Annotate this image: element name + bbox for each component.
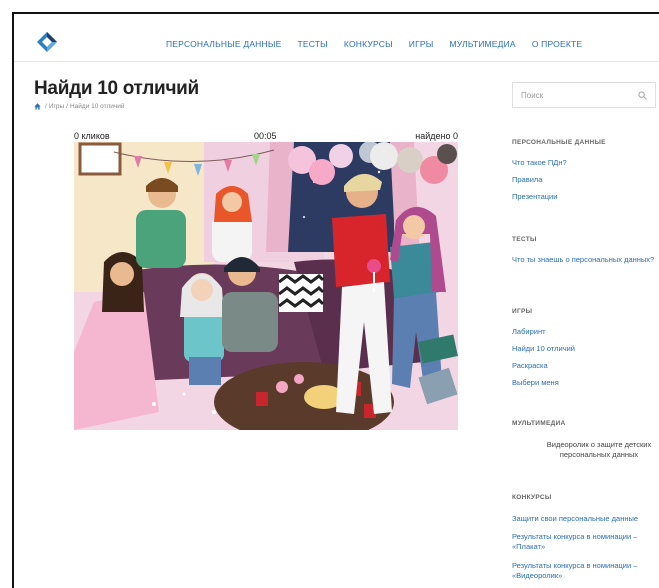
- widget-title-multimedia: МУЛЬТИМЕДИА: [512, 420, 566, 427]
- main-nav: ПЕРСОНАЛЬНЫЕ ДАННЫЕ ТЕСТЫ КОНКУРСЫ ИГРЫ …: [166, 39, 598, 49]
- sidebar-link-coloring[interactable]: Раскраска: [512, 361, 658, 371]
- widget-title-personal-data: ПЕРСОНАЛЬНЫЕ ДАННЫЕ: [512, 139, 606, 146]
- site-logo-icon[interactable]: [36, 31, 58, 53]
- sidebar-link-what-is-pd[interactable]: Что такое ПДн?: [512, 158, 658, 168]
- search-input[interactable]: [513, 83, 623, 107]
- site-header: ПЕРСОНАЛЬНЫЕ ДАННЫЕ ТЕСТЫ КОНКУРСЫ ИГРЫ …: [14, 14, 659, 62]
- breadcrumb-separator: /: [66, 103, 68, 110]
- nav-tests[interactable]: ТЕСТЫ: [297, 39, 327, 49]
- sidebar-link-presentations[interactable]: Презентации: [512, 192, 658, 202]
- sidebar-link-find-differences[interactable]: Найди 10 отличий: [512, 344, 658, 354]
- clicks-counter: 0 кликов: [74, 131, 110, 141]
- video-thumbnail[interactable]: [512, 440, 536, 460]
- nav-games[interactable]: ИГРЫ: [409, 39, 434, 49]
- nav-contests[interactable]: КОНКУРСЫ: [344, 39, 393, 49]
- breadcrumb-current: Найди 10 отличий: [69, 103, 125, 110]
- breadcrumb: / Игры / Найди 10 отличий: [34, 103, 125, 110]
- search-box[interactable]: [512, 82, 656, 108]
- search-icon[interactable]: [638, 91, 647, 100]
- nav-about[interactable]: О ПРОЕКТЕ: [532, 39, 582, 49]
- widget-title-games: ИГРЫ: [512, 308, 533, 315]
- sidebar-link-results-video[interactable]: Результаты конкурса в номинации – «Видео…: [512, 561, 658, 581]
- sidebar-link-video[interactable]: Видеоролик о защите детских персональных…: [540, 440, 658, 460]
- sidebar-video-item[interactable]: Видеоролик о защите детских персональных…: [512, 440, 659, 462]
- sidebar-link-choose-me[interactable]: Выбери меня: [512, 378, 658, 388]
- sidebar-link-labyrinth[interactable]: Лабиринт: [512, 327, 658, 337]
- sidebar-link-test-pd[interactable]: Что ты знаешь о персональных данных?: [512, 255, 658, 265]
- party-illustration[interactable]: [74, 142, 458, 430]
- spot-difference-image[interactable]: [74, 142, 458, 430]
- sidebar-link-rules[interactable]: Правила: [512, 175, 658, 185]
- widget-title-tests: ТЕСТЫ: [512, 236, 537, 243]
- game-timer: 00:05: [254, 131, 277, 141]
- breadcrumb-games[interactable]: Игры: [49, 103, 64, 110]
- page-title: Найди 10 отличий: [34, 78, 199, 99]
- breadcrumb-separator: /: [45, 103, 47, 110]
- widget-title-contests: КОНКУРСЫ: [512, 494, 552, 501]
- sidebar-link-protect-pd[interactable]: Защити свои персональные данные: [512, 514, 658, 524]
- home-icon[interactable]: [34, 103, 41, 110]
- nav-multimedia[interactable]: МУЛЬТИМЕДИА: [450, 39, 516, 49]
- sidebar-link-results-poster[interactable]: Результаты конкурса в номинации – «Плака…: [512, 532, 658, 552]
- found-counter: найдено 0: [415, 131, 458, 141]
- browser-page: ПЕРСОНАЛЬНЫЕ ДАННЫЕ ТЕСТЫ КОНКУРСЫ ИГРЫ …: [12, 12, 659, 588]
- nav-personal-data[interactable]: ПЕРСОНАЛЬНЫЕ ДАННЫЕ: [166, 39, 281, 49]
